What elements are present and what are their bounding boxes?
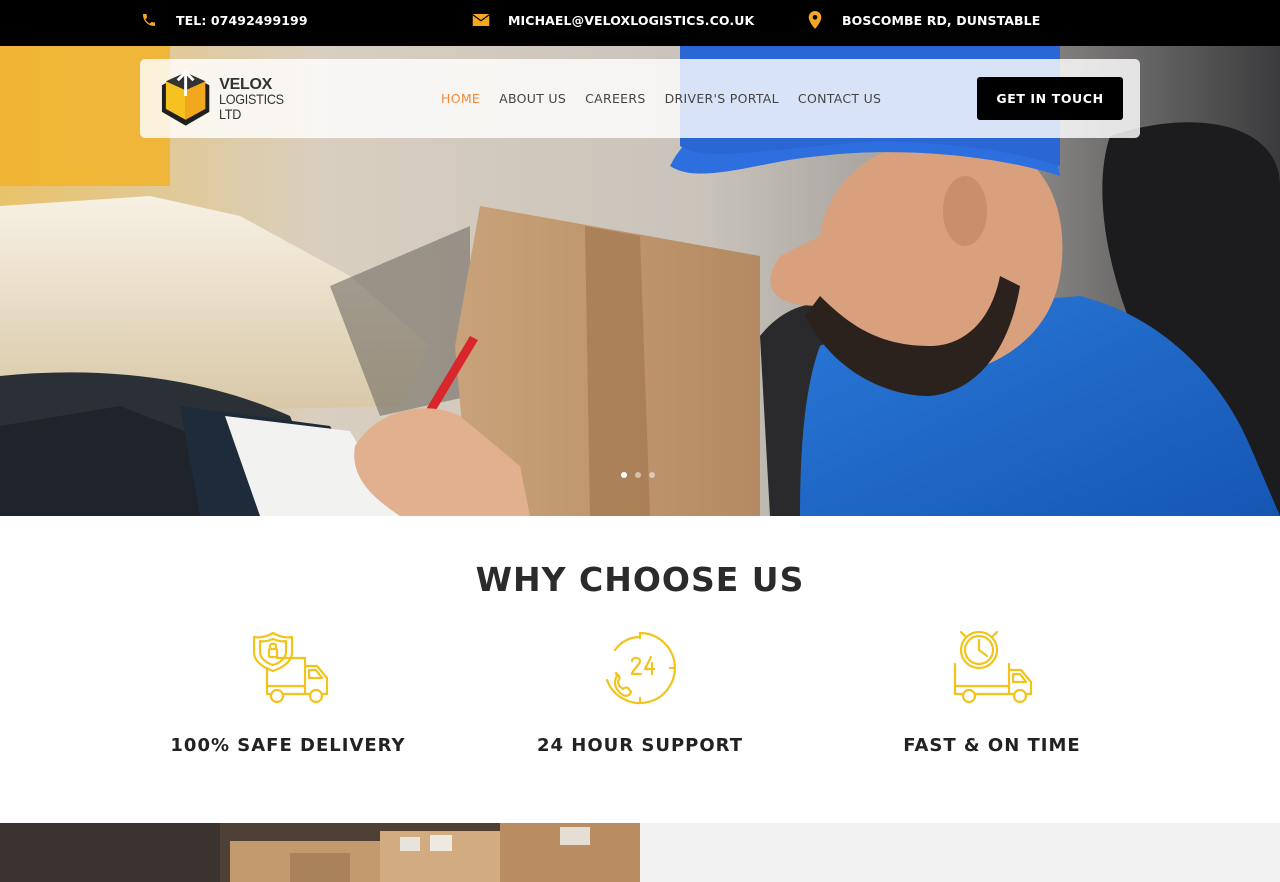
feature-safe-delivery: 100% SAFE DELIVERY (138, 628, 438, 756)
why-choose-us-section: WHY CHOOSE US 100% SAFE DELIVERY 24 HOUR… (0, 516, 1280, 823)
content-panel (640, 823, 1280, 882)
map-pin-icon (806, 11, 824, 29)
nav-contact-us[interactable]: CONTACT US (798, 91, 881, 106)
feature-title: 100% SAFE DELIVERY (170, 735, 406, 756)
nav-home[interactable]: HOME (441, 91, 480, 106)
envelope-icon (472, 11, 490, 29)
section-title: WHY CHOOSE US (475, 560, 805, 599)
warehouse-boxes-image (0, 823, 640, 882)
slide-dot-3[interactable] (649, 472, 655, 478)
box-logo-icon (161, 70, 210, 126)
24-hour-phone-icon (605, 631, 677, 705)
clock-truck-icon (953, 630, 1033, 704)
phone-info[interactable]: TEL: 07492499199 (140, 0, 308, 40)
hero-slider: VELOX LOGISTICS LTD HOME ABOUT US CAREER… (0, 46, 1280, 516)
main-header: VELOX LOGISTICS LTD HOME ABOUT US CAREER… (140, 59, 1140, 138)
email-info[interactable]: MICHAEL@VELOXLOGISTICS.CO.UK (472, 0, 754, 40)
address-text: BOSCOMBE RD, DUNSTABLE (842, 12, 1041, 28)
feature-title: 24 HOUR SUPPORT (536, 735, 744, 756)
shield-truck-icon (252, 631, 329, 704)
slider-pagination (621, 472, 655, 478)
feature-fast-on-time: FAST & ON TIME (842, 628, 1142, 756)
main-nav: HOME ABOUT US CAREERS DRIVER'S PORTAL CO… (441, 59, 900, 138)
phone-text: TEL: 07492499199 (176, 12, 308, 28)
phone-icon (140, 11, 158, 29)
nav-careers[interactable]: CAREERS (585, 91, 645, 106)
logo-line-2: LOGISTICS LTD (219, 90, 285, 122)
feature-24-hour-support: 24 HOUR SUPPORT (490, 628, 790, 756)
nav-drivers-portal[interactable]: DRIVER'S PORTAL (665, 91, 779, 106)
top-info-bar: TEL: 07492499199 MICHAEL@VELOXLOGISTICS.… (0, 0, 1280, 46)
email-text: MICHAEL@VELOXLOGISTICS.CO.UK (508, 12, 755, 28)
feature-title: FAST & ON TIME (903, 735, 1081, 756)
site-logo[interactable]: VELOX LOGISTICS LTD (158, 68, 318, 130)
nav-about-us[interactable]: ABOUT US (499, 91, 566, 106)
address-info[interactable]: BOSCOMBE RD, DUNSTABLE (806, 0, 1040, 40)
slide-dot-1[interactable] (621, 472, 627, 478)
slide-dot-2[interactable] (635, 472, 641, 478)
logo-line-1: VELOX (219, 75, 272, 93)
get-in-touch-button[interactable]: GET IN TOUCH (977, 77, 1123, 120)
